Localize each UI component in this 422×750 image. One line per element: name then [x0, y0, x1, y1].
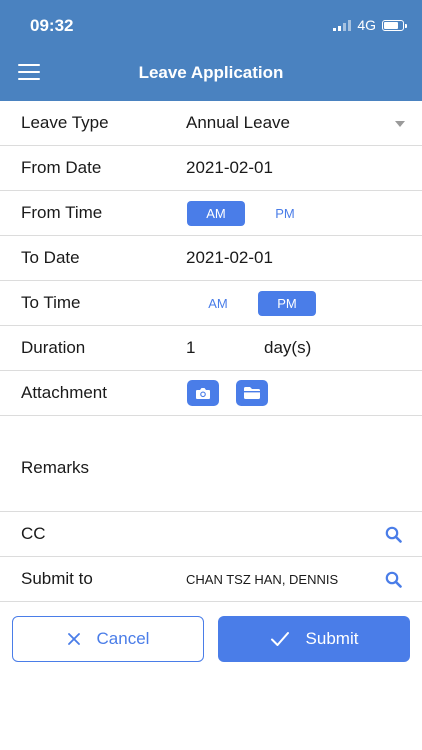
status-time: 09:32: [30, 16, 74, 35]
cc-row: CC: [0, 512, 422, 557]
to-time-pm-toggle[interactable]: PM: [258, 291, 316, 316]
submit-label: Submit: [305, 629, 359, 648]
chevron-down-icon[interactable]: [395, 121, 405, 127]
search-icon[interactable]: [385, 526, 402, 543]
leave-type-select[interactable]: Annual Leave: [186, 113, 290, 133]
network-label: 4G: [357, 17, 376, 33]
close-icon: [67, 633, 80, 645]
cancel-button[interactable]: Cancel: [12, 616, 204, 662]
duration-row: Duration 1 day(s): [0, 326, 422, 371]
cc-label: CC: [21, 524, 46, 543]
from-time-pm-toggle[interactable]: PM: [256, 201, 314, 226]
folder-button[interactable]: [236, 380, 268, 406]
status-indicators: 4G: [333, 17, 407, 33]
leave-type-row[interactable]: Leave Type Annual Leave: [0, 101, 422, 146]
from-time-label: From Time: [21, 203, 103, 222]
cancel-label: Cancel: [96, 629, 150, 648]
checkmark-icon: [270, 632, 289, 646]
to-date-row: To Date 2021-02-01: [0, 236, 422, 281]
submit-button[interactable]: Submit: [218, 616, 410, 662]
battery-icon: [382, 19, 407, 31]
remarks-label: Remarks: [21, 458, 90, 477]
leave-type-label: Leave Type: [21, 113, 109, 132]
to-date-label: To Date: [21, 248, 80, 267]
from-time-am-toggle[interactable]: AM: [187, 201, 245, 226]
submit-to-row: Submit to CHAN TSZ HAN, DENNIS: [0, 557, 422, 602]
from-date-row: From Date 2021-02-01: [0, 146, 422, 191]
to-date-field[interactable]: 2021-02-01: [186, 248, 273, 268]
camera-button[interactable]: [187, 380, 219, 406]
attachment-row: Attachment: [0, 371, 422, 416]
submit-to-label: Submit to: [21, 569, 93, 588]
app-header: 09:32 4G Leave Application: [0, 0, 422, 101]
camera-icon: [196, 387, 210, 399]
duration-field[interactable]: 1: [186, 338, 195, 358]
to-time-am-toggle[interactable]: AM: [189, 291, 247, 316]
duration-label: Duration: [21, 338, 86, 357]
duration-unit: day(s): [264, 338, 312, 357]
folder-icon: [244, 387, 260, 399]
page-title: Leave Application: [138, 63, 284, 82]
from-date-field[interactable]: 2021-02-01: [186, 158, 273, 178]
submit-to-field[interactable]: CHAN TSZ HAN, DENNIS: [186, 572, 338, 587]
attachment-label: Attachment: [21, 383, 107, 402]
signal-icon: [333, 19, 352, 31]
from-time-row: From Time AM PM: [0, 191, 422, 236]
from-date-label: From Date: [21, 158, 102, 177]
remarks-row[interactable]: Remarks: [0, 416, 422, 512]
search-icon[interactable]: [385, 571, 402, 588]
to-time-label: To Time: [21, 293, 81, 312]
to-time-row: To Time AM PM: [0, 281, 422, 326]
